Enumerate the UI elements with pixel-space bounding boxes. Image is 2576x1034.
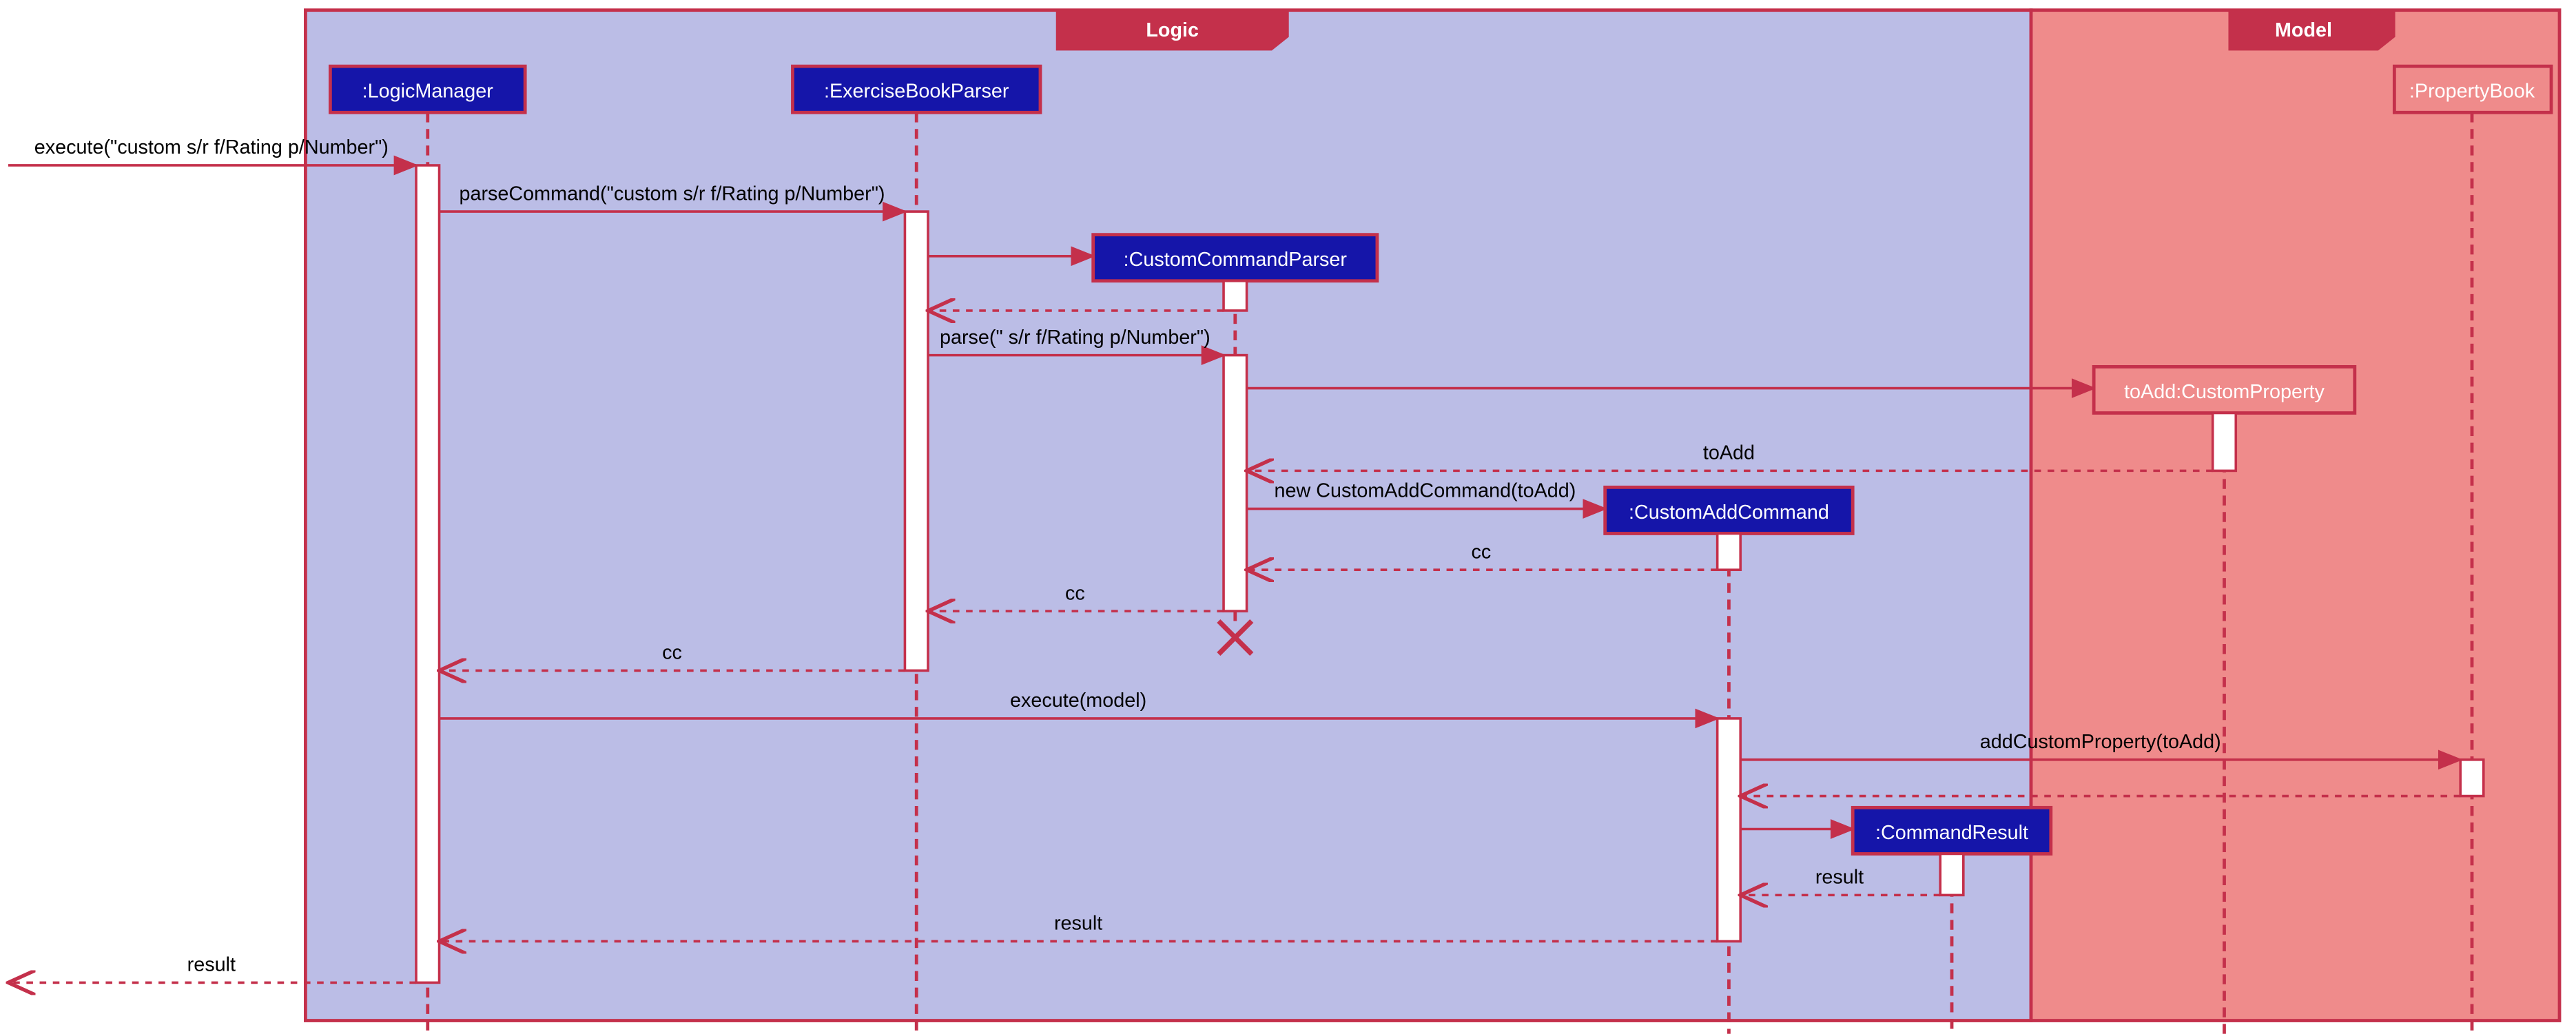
activation-cac-execute [1718,718,1741,942]
msg-return-cc2-label: cc [1065,582,1085,604]
frame-model [2031,10,2559,1021]
activation-custom-property [2213,413,2236,471]
participant-logic-manager-label: :LogicManager [362,81,494,103]
msg-return-result1-label: result [1815,867,1864,889]
msg-add-custom-property-label: addCustomProperty(toAdd) [1980,731,2221,753]
activation-exercise-book-parser [905,211,928,670]
frame-model-label: Model [2275,19,2332,41]
msg-return-toadd-label: toAdd [1703,442,1755,464]
participant-custom-property-label: toAdd:CustomProperty [2124,381,2325,403]
activation-ccp-parse [1224,355,1247,612]
participant-custom-command-parser-label: :CustomCommandParser [1124,249,1348,271]
msg-parse-label: parse(" s/r f/Rating p/Number") [940,327,1210,349]
activation-cr [1940,854,1964,895]
msg-execute-in-label: execute("custom s/r f/Rating p/Number") [34,136,389,158]
msg-return-result2-label: result [1054,913,1102,935]
participant-custom-add-command-label: :CustomAddCommand [1629,502,1829,524]
activation-property-book [2460,760,2484,796]
msg-return-result-out-label: result [187,954,236,976]
frame-logic-label: Logic [1146,19,1199,41]
msg-create-cac-label: new CustomAddCommand(toAdd) [1275,480,1576,502]
sequence-diagram: Logic Model :LogicManager :ExerciseBookP… [0,0,2576,1034]
participant-property-book-label: :PropertyBook [2409,81,2535,103]
activation-cac-create [1718,533,1741,570]
participant-exercise-book-parser-label: :ExerciseBookParser [824,81,1009,103]
msg-return-cc1-label: cc [1472,541,1492,563]
msg-execute-model-label: execute(model) [1010,690,1146,712]
activation-logic-manager [416,165,440,982]
msg-return-cc3-label: cc [662,642,682,664]
msg-parse-command-label: parseCommand("custom s/r f/Rating p/Numb… [460,183,885,205]
participant-command-result-label: :CommandResult [1875,822,2028,844]
activation-ccp-create [1224,281,1247,311]
